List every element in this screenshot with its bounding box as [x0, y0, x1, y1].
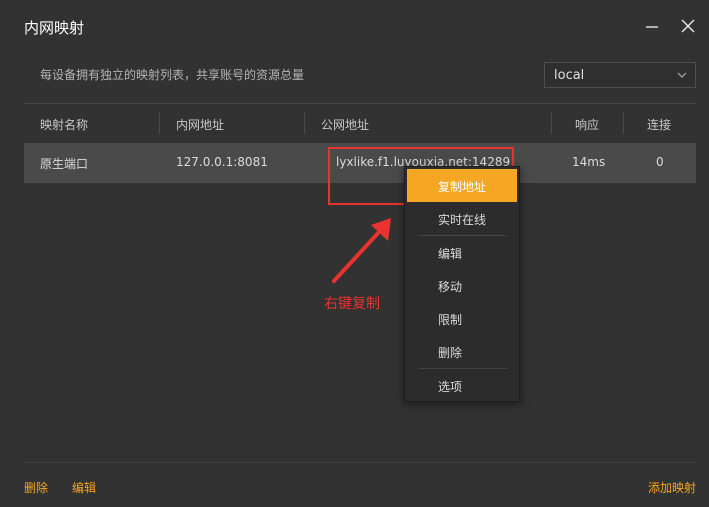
menu-item-limit[interactable]: 限制	[405, 302, 519, 335]
server-select-value: local	[554, 68, 585, 83]
column-divider[interactable]	[304, 112, 305, 134]
minimize-icon	[646, 26, 658, 28]
menu-item-label: 实时在线	[438, 213, 487, 227]
menu-item-copy-address[interactable]: 复制地址	[407, 169, 517, 202]
menu-item-delete[interactable]: 删除	[405, 335, 519, 368]
table-header: 映射名称 内网地址 公网地址 响应 连接	[24, 103, 696, 143]
column-divider[interactable]	[551, 112, 552, 134]
menu-item-label: 复制地址	[438, 180, 487, 194]
chevron-down-icon	[677, 72, 687, 78]
menu-item-options[interactable]: 选项	[405, 369, 519, 402]
menu-item-realtime-online[interactable]: 实时在线	[405, 202, 519, 235]
menu-item-label: 限制	[438, 313, 463, 327]
menu-item-label: 编辑	[438, 247, 463, 261]
edit-link[interactable]: 编辑	[72, 479, 96, 496]
annotation-text: 右键复制	[324, 296, 380, 312]
delete-link[interactable]: 删除	[24, 479, 48, 496]
context-menu: 复制地址 实时在线 编辑 移动 限制 删除 选项	[404, 166, 520, 402]
mapping-name-cell: 原生端口	[40, 157, 89, 171]
menu-item-label: 选项	[438, 380, 463, 394]
column-header-public-address[interactable]: 公网地址	[321, 116, 369, 133]
column-header-latency[interactable]: 响应	[575, 116, 599, 133]
local-address-cell: 127.0.0.1:8081	[176, 155, 268, 169]
column-header-local-address[interactable]: 内网地址	[176, 116, 224, 133]
window-title: 内网映射	[24, 19, 85, 37]
server-select[interactable]: local	[544, 62, 696, 88]
footer-divider	[24, 462, 696, 463]
menu-item-edit[interactable]: 编辑	[405, 236, 519, 269]
menu-item-move[interactable]: 移动	[405, 269, 519, 302]
title-bar: 内网映射	[0, 0, 709, 52]
add-mapping-link[interactable]: 添加映射	[648, 479, 696, 496]
close-button[interactable]	[676, 14, 700, 38]
latency-cell: 14ms	[572, 155, 606, 169]
menu-item-label: 删除	[438, 346, 463, 360]
app-window: 内网映射 每设备拥有独立的映射列表，共享账号的资源总量 local 映射名称 内…	[0, 0, 709, 507]
column-divider[interactable]	[159, 112, 160, 134]
column-header-name[interactable]: 映射名称	[40, 116, 88, 133]
column-header-connections[interactable]: 连接	[647, 116, 671, 133]
description-text: 每设备拥有独立的映射列表，共享账号的资源总量	[40, 68, 305, 82]
menu-item-label: 移动	[438, 280, 463, 294]
close-icon	[681, 19, 695, 33]
minimize-button[interactable]	[640, 14, 664, 38]
column-divider[interactable]	[623, 112, 624, 134]
connections-cell: 0	[656, 155, 664, 169]
